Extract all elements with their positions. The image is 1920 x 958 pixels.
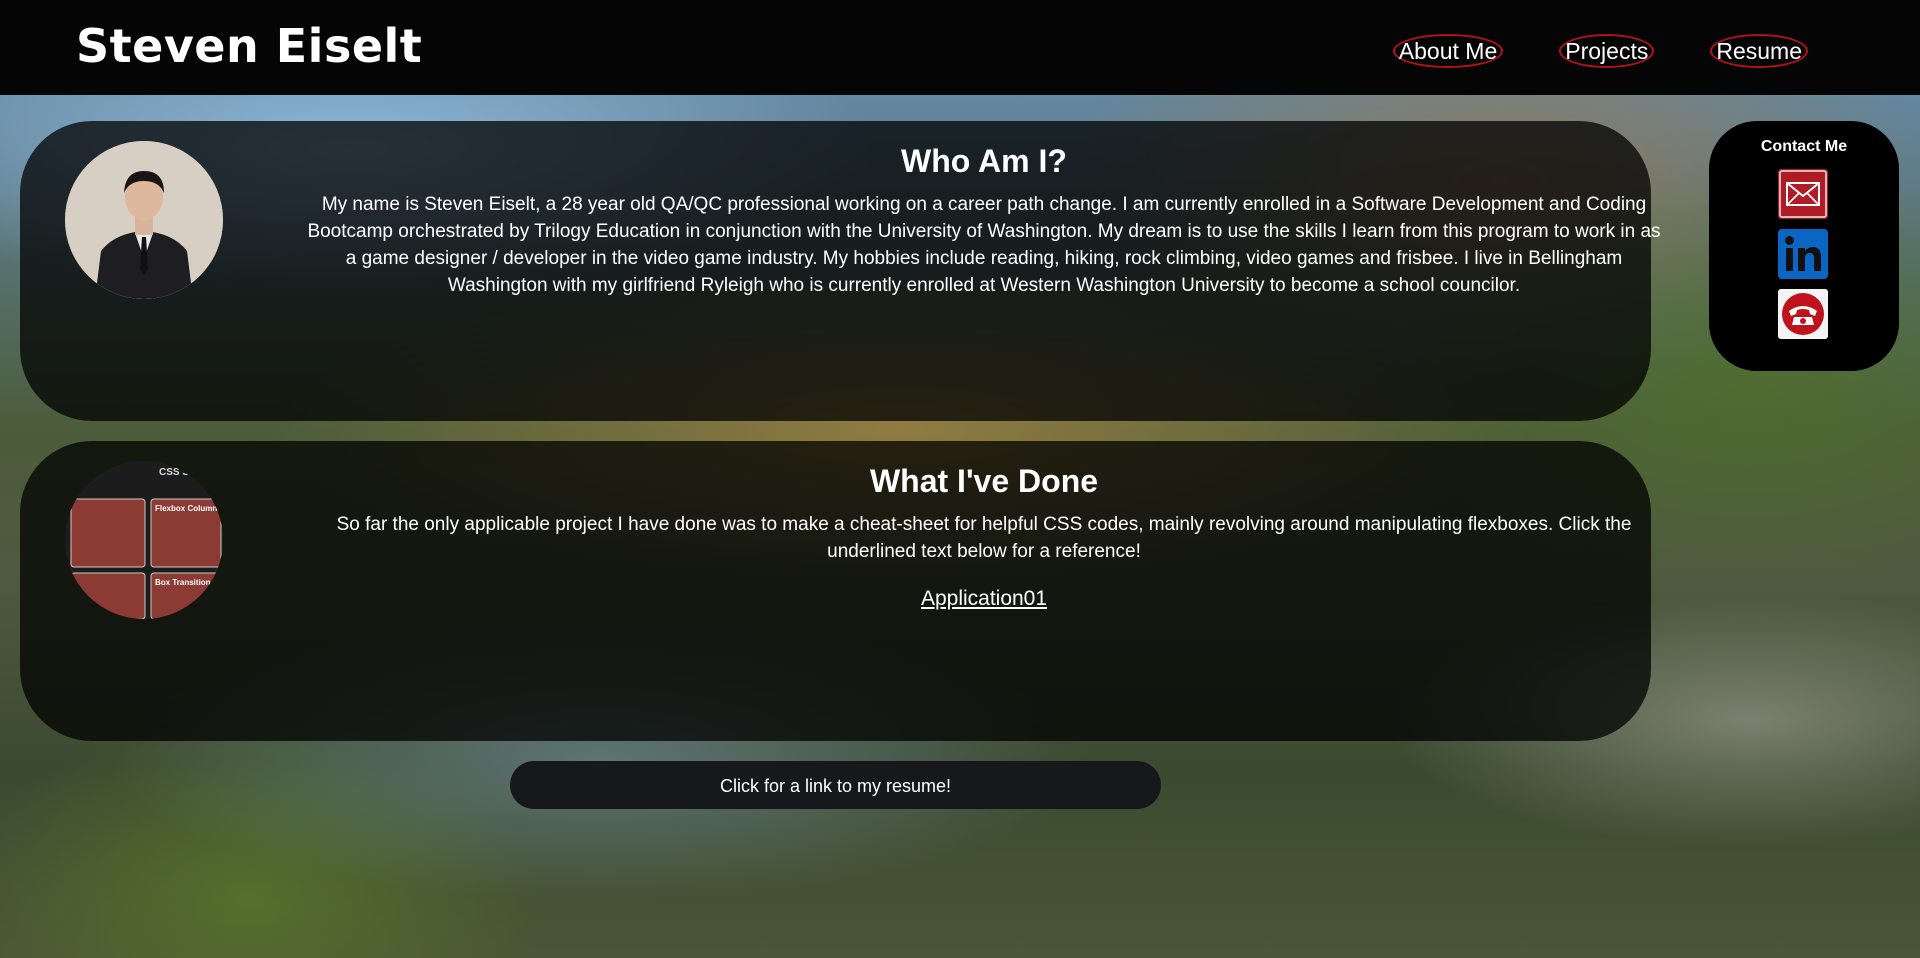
projects-text: So far the only applicable project I hav… xyxy=(336,514,1632,562)
about-content: Who Am I? My name is Steven Eiselt, a 28… xyxy=(300,141,1668,299)
thumbnail-card-2: Box Transition C xyxy=(155,578,219,587)
phone-icon[interactable] xyxy=(1778,289,1828,339)
thumbnail-card-1: Flexbox Column xyxy=(155,504,217,513)
project-thumbnail: CSS Sn Flexbox Column Box Transition C xyxy=(65,461,223,619)
thumbnail-title: CSS Sn xyxy=(159,467,195,478)
email-icon[interactable] xyxy=(1778,169,1828,219)
main-nav: About Me Projects Resume xyxy=(1392,34,1808,68)
about-heading: Who Am I? xyxy=(901,143,1067,179)
nav-link-resume[interactable]: Resume xyxy=(1710,34,1808,68)
resume-link-button[interactable]: Click for a link to my resume! xyxy=(510,761,1161,809)
top-nav-bar: Steven Eiselt About Me Projects Resume xyxy=(0,0,1920,95)
linkedin-icon[interactable] xyxy=(1778,229,1828,279)
contact-heading: Contact Me xyxy=(1760,138,1848,155)
application01-link[interactable]: Application01 xyxy=(921,587,1047,611)
nav-link-about-me[interactable]: About Me xyxy=(1392,34,1504,68)
profile-photo-image xyxy=(65,141,223,299)
projects-heading: What I've Done xyxy=(869,463,1099,499)
nav-link-projects[interactable]: Projects xyxy=(1559,34,1655,68)
projects-section: CSS Sn Flexbox Column Box Transition C W… xyxy=(20,441,1651,741)
about-section: Who Am I? My name is Steven Eiselt, a 28… xyxy=(20,121,1661,421)
profile-photo xyxy=(65,141,223,299)
contact-card: Contact Me xyxy=(1709,121,1899,371)
projects-content: What I've Done So far the only applicabl… xyxy=(300,461,1668,611)
project-thumbnail-image: CSS Sn Flexbox Column Box Transition C xyxy=(65,461,223,619)
contact-icons xyxy=(1778,169,1828,349)
about-text: My name is Steven Eiselt, a 28 year old … xyxy=(307,194,1661,296)
site-title: Steven Eiselt xyxy=(76,19,423,73)
